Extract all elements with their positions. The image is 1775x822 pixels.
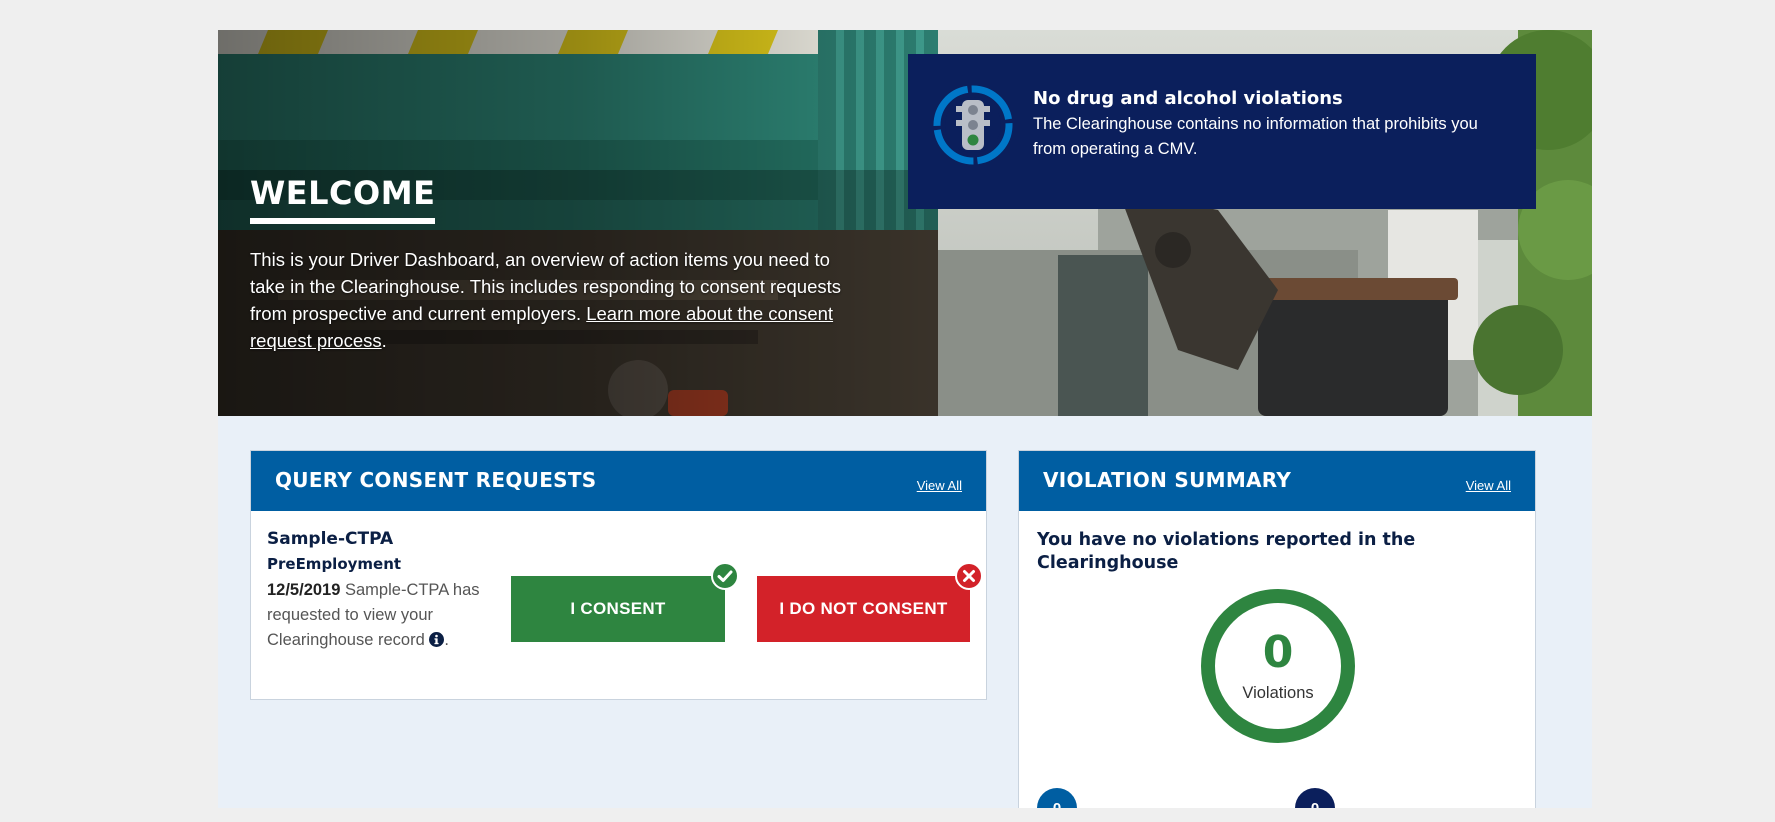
- info-icon[interactable]: [429, 632, 445, 647]
- violation-total-count: 0: [1262, 627, 1294, 678]
- open-violations-count: 0: [1037, 788, 1077, 808]
- alert-title: No drug and alcohol violations: [1033, 88, 1343, 109]
- traffic-light-icon: [933, 85, 1013, 165]
- driver-dashboard: WELCOME This is your Driver Dashboard, a…: [218, 30, 1592, 808]
- violation-total-label: Violations: [1242, 684, 1314, 702]
- i-consent-button[interactable]: I CONSENT: [511, 576, 725, 642]
- consent-view-all-link[interactable]: View All: [917, 478, 962, 493]
- violation-summary-card: VIOLATION SUMMARY View All You have no v…: [1018, 450, 1536, 808]
- check-circle-icon: [711, 562, 739, 590]
- welcome-intro: This is your Driver Dashboard, an overvi…: [250, 246, 870, 354]
- consent-card-title: QUERY CONSENT REQUESTS: [275, 468, 597, 492]
- request-date: 12/5/2019: [267, 581, 341, 599]
- violation-card-title: VIOLATION SUMMARY: [1043, 468, 1292, 492]
- request-description: 12/5/2019 Sample-CTPA has requested to v…: [267, 578, 492, 653]
- closed-violations-count: 0: [1295, 788, 1335, 808]
- request-organization: Sample-CTPA: [267, 529, 394, 549]
- i-do-not-consent-label: I DO NOT CONSENT: [779, 599, 948, 618]
- violation-view-all-link[interactable]: View All: [1466, 478, 1511, 493]
- welcome-hero: WELCOME This is your Driver Dashboard, a…: [218, 30, 1592, 416]
- violation-card-header: VIOLATION SUMMARY View All: [1019, 451, 1535, 511]
- welcome-block: WELCOME This is your Driver Dashboard, a…: [250, 174, 870, 354]
- violation-status-alert: No drug and alcohol violations The Clear…: [908, 54, 1536, 209]
- request-query-type: PreEmployment: [267, 555, 402, 573]
- welcome-title: WELCOME: [250, 174, 436, 224]
- i-consent-label: I CONSENT: [570, 599, 666, 618]
- alert-message: The Clearinghouse contains no informatio…: [1033, 115, 1478, 158]
- request-period: .: [444, 631, 449, 649]
- intro-period: .: [381, 330, 387, 351]
- browser-viewport: WELCOME This is your Driver Dashboard, a…: [8, 6, 1768, 808]
- no-violations-message: You have no violations reported in the C…: [1037, 530, 1416, 573]
- x-circle-icon: [955, 562, 983, 590]
- query-consent-requests-card: QUERY CONSENT REQUESTS View All Sample-C…: [250, 450, 987, 700]
- i-do-not-consent-button[interactable]: I DO NOT CONSENT: [757, 576, 970, 642]
- consent-card-header: QUERY CONSENT REQUESTS View All: [251, 451, 986, 511]
